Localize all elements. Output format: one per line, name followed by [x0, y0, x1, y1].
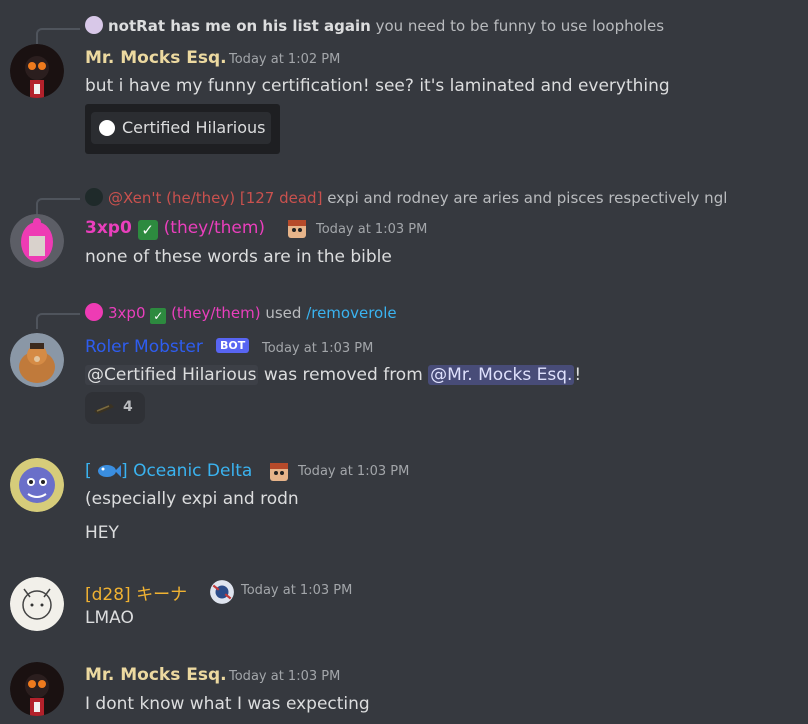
reaction-count: 4	[123, 399, 133, 415]
checkmark-icon: ✓	[150, 308, 167, 324]
timestamp: Today at 1:03 PM	[262, 341, 374, 356]
avatar[interactable]	[10, 662, 64, 716]
reply-connector	[36, 198, 80, 214]
timestamp: Today at 1:03 PM	[229, 669, 341, 684]
author-name[interactable]: Mr. Mocks Esq.	[85, 665, 227, 685]
avatar[interactable]	[10, 333, 64, 387]
timestamp: Today at 1:02 PM	[229, 52, 341, 67]
fish-icon	[97, 463, 122, 484]
command-connector	[36, 313, 80, 329]
message-text: I dont know what I was expecting	[85, 694, 370, 714]
command-preview[interactable]: 3xp0 ✓ (they/them) used /removerole	[85, 303, 397, 324]
role-chip: Certified Hilarious	[91, 112, 271, 144]
command-name[interactable]: /removerole	[306, 304, 396, 322]
command-user-pronouns: (they/them)	[171, 304, 261, 322]
reply-connector	[36, 28, 80, 44]
avatar[interactable]	[10, 458, 64, 512]
author-name[interactable]: Mr. Mocks Esq.	[85, 48, 227, 68]
user-mention[interactable]: @Mr. Mocks Esq.	[428, 365, 575, 385]
command-user-avatar	[85, 303, 103, 321]
bot-tag: BOT	[216, 338, 250, 353]
command-user: 3xp0	[108, 304, 146, 322]
command-used: used	[265, 304, 302, 322]
role-icon	[268, 461, 290, 483]
reaction-emoji-icon	[93, 400, 115, 419]
message-text: none of these words are in the bible	[85, 247, 392, 267]
timestamp: Today at 1:03 PM	[316, 222, 428, 237]
reply-preview[interactable]: @Xen't (he/they) [127 dead] expi and rod…	[85, 188, 727, 207]
reply-author: @Xen't (he/they) [127 dead]	[108, 189, 323, 207]
reply-avatar	[85, 188, 103, 206]
message-text: @Certified Hilarious was removed from @M…	[85, 365, 581, 385]
role-icon	[286, 218, 308, 240]
message-line-2: HEY	[85, 523, 119, 543]
reply-preview[interactable]: notRat has me on his list again you need…	[85, 16, 664, 35]
avatar[interactable]	[10, 577, 64, 631]
avatar[interactable]	[10, 44, 64, 98]
author-pronouns: (they/them)	[163, 218, 266, 238]
reply-text: you need to be funny to use loopholes	[375, 17, 665, 35]
attachment-image[interactable]: Certified Hilarious	[85, 104, 280, 154]
role-chip-label: Certified Hilarious	[122, 118, 266, 137]
author-name: ] Oceanic Delta	[121, 461, 253, 481]
avatar[interactable]	[10, 214, 64, 268]
reply-avatar	[85, 16, 103, 34]
reaction[interactable]: 4	[85, 392, 145, 424]
author-prefix: [	[85, 461, 92, 481]
checkmark-icon: ✓	[137, 220, 158, 240]
timestamp: Today at 1:03 PM	[241, 583, 353, 598]
reply-text: expi and rodney are aries and pisces res…	[327, 189, 728, 207]
reply-author: notRat has me on his list again	[108, 17, 371, 35]
message-line-1: (especially expi and rodn	[85, 489, 299, 509]
message-text: LMAO	[85, 608, 134, 628]
author-name: 3xp0	[85, 218, 132, 238]
author-name-line[interactable]: [ ] Oceanic Delta	[85, 461, 252, 484]
message-text: but i have my funny certification! see? …	[85, 76, 670, 96]
author-name-line[interactable]: 3xp0 ✓ (they/them)	[85, 218, 265, 240]
author-name[interactable]: Roler Mobster	[85, 337, 203, 357]
text-end: !	[574, 365, 582, 385]
role-icon	[209, 579, 235, 609]
text-middle: was removed from	[258, 365, 429, 385]
role-dot-icon	[99, 120, 115, 136]
role-mention[interactable]: @Certified Hilarious	[85, 365, 259, 385]
timestamp: Today at 1:03 PM	[298, 464, 410, 479]
author-name[interactable]: [d28] キーナ	[85, 580, 187, 605]
